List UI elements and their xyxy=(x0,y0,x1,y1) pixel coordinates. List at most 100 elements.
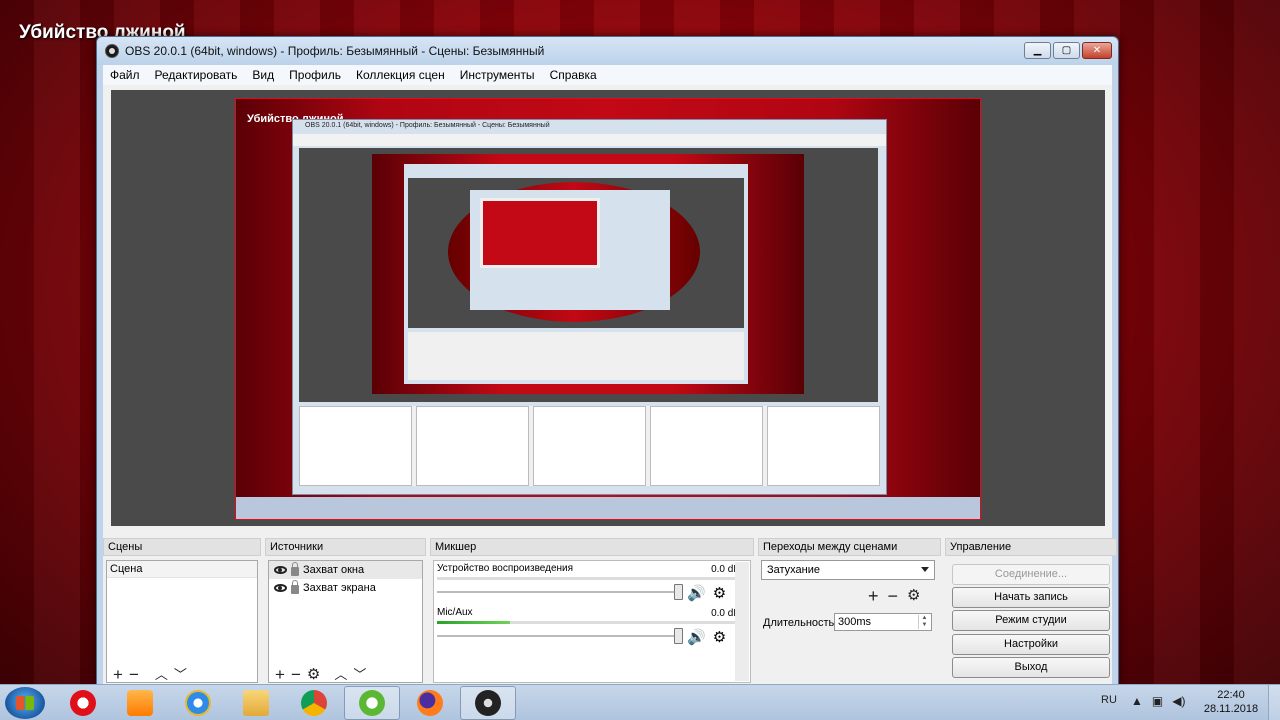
add-transition-button[interactable]: + xyxy=(868,586,879,607)
chrome-icon xyxy=(301,690,327,716)
volume-meter xyxy=(437,621,740,624)
menu-view[interactable]: Вид xyxy=(252,68,274,82)
add-scene-button[interactable]: + xyxy=(113,666,123,683)
add-source-button[interactable]: + xyxy=(275,666,285,683)
network-icon[interactable]: ▣ xyxy=(1152,694,1163,708)
volume-slider[interactable] xyxy=(437,635,677,637)
sources-dock: Источники Захват окна Захват экрана + − … xyxy=(265,538,426,683)
track-gear-icon[interactable]: ⚙ xyxy=(713,628,726,646)
duration-input[interactable]: 300ms ▲ ▼ xyxy=(834,613,932,631)
move-scene-up-button[interactable]: ︿ xyxy=(155,667,168,683)
meter-fill xyxy=(437,621,510,624)
volume-slider[interactable] xyxy=(437,591,677,593)
nested-title: OBS 20.0.1 (64bit, windows) - Профиль: Б… xyxy=(305,122,550,129)
menu-help[interactable]: Справка xyxy=(550,68,597,82)
exit-button[interactable]: Выход xyxy=(952,657,1110,678)
menu-edit[interactable]: Редактировать xyxy=(155,68,238,82)
settings-button[interactable]: Настройки xyxy=(952,634,1110,655)
maximize-button[interactable]: ▢ xyxy=(1053,42,1080,59)
volume-slider-thumb[interactable] xyxy=(674,584,683,600)
sources-header: Источники xyxy=(265,538,426,556)
taskbar-chrome[interactable] xyxy=(286,686,342,720)
track-name: Mic/Aux xyxy=(437,607,473,618)
speaker-icon[interactable]: 🔊 xyxy=(687,584,706,602)
speaker-icon[interactable]: 🔊 xyxy=(687,628,706,646)
show-desktop-button[interactable] xyxy=(1268,685,1280,720)
source-item[interactable]: Захват окна xyxy=(269,561,422,579)
tray-expand-icon[interactable]: ▲ xyxy=(1131,694,1143,708)
firefox-icon xyxy=(417,690,443,716)
menu-tools[interactable]: Инструменты xyxy=(460,68,535,82)
start-button[interactable] xyxy=(5,687,45,719)
menu-file[interactable]: Файл xyxy=(110,68,140,82)
window-title: OBS 20.0.1 (64bit, windows) - Профиль: Б… xyxy=(125,44,545,58)
duration-label: Длительность xyxy=(763,617,835,629)
taskbar: RU ▲ ▣ ◀) 22:40 28.11.2018 xyxy=(0,684,1280,720)
title-bar[interactable]: OBS 20.0.1 (64bit, windows) - Профиль: Б… xyxy=(97,37,1118,65)
clock-time: 22:40 xyxy=(1217,689,1245,701)
scene-item[interactable]: Сцена xyxy=(107,561,257,578)
taskbar-obs[interactable] xyxy=(460,686,516,720)
taskbar-file-explorer[interactable] xyxy=(228,686,284,720)
volume-icon[interactable]: ◀) xyxy=(1172,694,1185,708)
internet-explorer-icon xyxy=(185,690,211,716)
language-indicator[interactable]: RU xyxy=(1101,694,1117,706)
menu-bar: Файл Редактировать Вид Профиль Коллекция… xyxy=(103,65,1112,85)
sources-toolbar: + − ⚙ ︿ ﹀ xyxy=(268,665,423,684)
mixer-dock: Микшер Устройство воспроизведения 0.0 dB… xyxy=(430,538,754,683)
preview-canvas[interactable]: Убийство лжиной OBS 20.0.1 (64bit, windo… xyxy=(111,90,1105,526)
remove-scene-button[interactable]: − xyxy=(129,666,139,683)
transitions-header: Переходы между сценами xyxy=(758,538,941,556)
source-item[interactable]: Захват экрана xyxy=(269,579,422,597)
close-button[interactable]: ✕ xyxy=(1082,42,1112,59)
source-label: Захват экрана xyxy=(303,582,376,594)
transition-select[interactable]: Затухание xyxy=(761,560,935,580)
visibility-eye-icon[interactable] xyxy=(274,584,287,592)
media-player-icon xyxy=(127,690,153,716)
mixer-track: Mic/Aux 0.0 dB 🔊 ⚙ xyxy=(434,605,750,649)
controls-header: Управление xyxy=(945,538,1117,556)
scenes-header: Сцены xyxy=(103,538,261,556)
lock-icon[interactable] xyxy=(291,561,299,576)
obs-app-icon xyxy=(105,44,119,58)
scenes-dock: Сцены Сцена + − ︿ ﹀ xyxy=(103,538,261,683)
minimize-button[interactable]: ▁ xyxy=(1024,42,1051,59)
taskbar-utorrent[interactable] xyxy=(344,686,400,720)
remove-transition-button[interactable]: − xyxy=(888,586,899,607)
clock[interactable]: 22:40 28.11.2018 xyxy=(1203,688,1259,716)
volume-slider-thumb[interactable] xyxy=(674,628,683,644)
menu-scene-collection[interactable]: Коллекция сцен xyxy=(356,68,445,82)
capture-source[interactable]: Убийство лжиной OBS 20.0.1 (64bit, windo… xyxy=(235,98,981,520)
source-label: Захват окна xyxy=(303,564,365,576)
capture-taskbar xyxy=(236,497,980,519)
taskbar-opera[interactable] xyxy=(55,686,111,720)
duration-spinner[interactable]: ▲ ▼ xyxy=(918,615,930,629)
lock-icon[interactable] xyxy=(291,579,299,594)
taskbar-media-player[interactable] xyxy=(112,686,168,720)
taskbar-internet-explorer[interactable] xyxy=(170,686,226,720)
visibility-eye-icon[interactable] xyxy=(274,566,287,574)
mixer-track: Устройство воспроизведения 0.0 dB 🔊 ⚙ xyxy=(434,561,750,605)
clock-date: 28.11.2018 xyxy=(1203,703,1259,715)
duration-value: 300ms xyxy=(838,616,872,628)
obs-icon xyxy=(475,690,501,716)
move-scene-down-button[interactable]: ﹀ xyxy=(174,667,187,683)
controls-dock: Управление Соединение... Начать запись Р… xyxy=(945,538,1117,683)
move-source-down-button[interactable]: ﹀ xyxy=(353,667,366,683)
obs-window: OBS 20.0.1 (64bit, windows) - Профиль: Б… xyxy=(96,36,1119,686)
transitions-dock: Переходы между сценами Затухание + − ⚙ Д… xyxy=(758,538,941,683)
taskbar-firefox[interactable] xyxy=(402,686,458,720)
start-recording-button[interactable]: Начать запись xyxy=(952,587,1110,608)
source-properties-gear-icon[interactable]: ⚙ xyxy=(307,666,320,683)
remove-source-button[interactable]: − xyxy=(291,666,301,683)
studio-mode-button[interactable]: Режим студии xyxy=(952,610,1110,631)
chevron-down-icon xyxy=(921,567,929,572)
transition-gear-icon[interactable]: ⚙ xyxy=(907,586,920,607)
mixer-scrollbar[interactable] xyxy=(735,562,749,681)
nested-preview xyxy=(299,148,878,402)
menu-profile[interactable]: Профиль xyxy=(289,68,341,82)
connect-button[interactable]: Соединение... xyxy=(952,564,1110,585)
track-gear-icon[interactable]: ⚙ xyxy=(713,584,726,602)
move-source-up-button[interactable]: ︿ xyxy=(334,667,347,683)
mixer-list: Устройство воспроизведения 0.0 dB 🔊 ⚙ Mi… xyxy=(433,560,751,683)
